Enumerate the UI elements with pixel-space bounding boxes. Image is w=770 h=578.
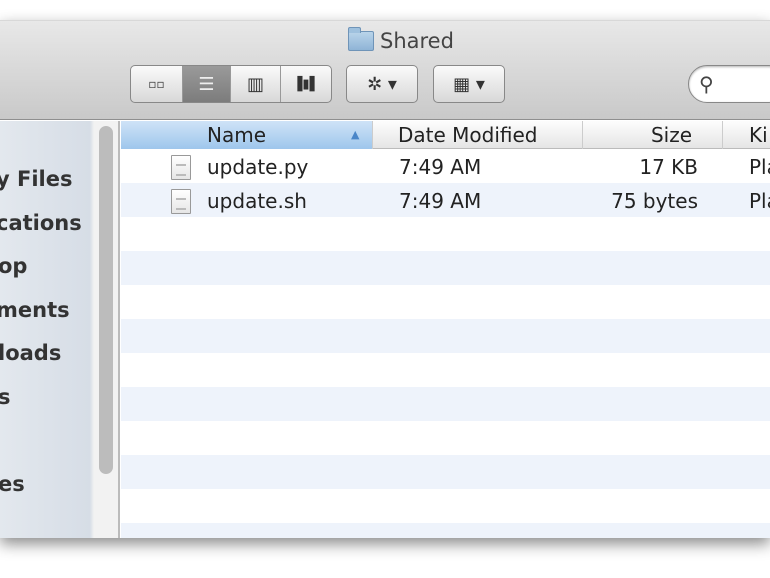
column-header-kind[interactable]: Ki: [723, 121, 770, 149]
sort-ascending-icon: ▲: [351, 128, 360, 141]
column-name-label: Name: [207, 123, 267, 147]
file-kind: Pla: [749, 155, 770, 179]
arrange-icon: ▦ ▾: [453, 73, 485, 95]
file-size: 75 bytes: [611, 189, 698, 213]
column-size-label: Size: [650, 123, 692, 147]
window-title-text: Shared: [380, 29, 454, 53]
action-menu-button[interactable]: ✲ ▾: [346, 65, 418, 103]
icon-view-icon: ▫▫: [148, 77, 165, 91]
sidebar-item[interactable]: s: [0, 385, 11, 409]
window-title: Shared: [348, 27, 454, 53]
file-row[interactable]: update.sh 7:49 AM 75 bytes Pla: [121, 184, 770, 218]
sidebar: y Files cations op ments loads s es: [0, 121, 120, 538]
file-name: update.sh: [207, 189, 307, 213]
file-date: 7:49 AM: [399, 155, 482, 179]
sidebar-item[interactable]: y Files: [0, 167, 72, 191]
sidebar-item[interactable]: op: [0, 254, 27, 278]
coverflow-view-button[interactable]: ▐▮▌: [281, 66, 331, 102]
sidebar-item[interactable]: cations: [0, 211, 82, 235]
finder-window: Shared ▫▫ ☰ ▥ ▐▮▌ ✲ ▾ ▦ ▾ ⚲ y Files cati…: [0, 20, 770, 538]
column-date-label: Date Modified: [398, 123, 538, 147]
sidebar-scrollbar[interactable]: [99, 126, 113, 474]
sidebar-item[interactable]: es: [0, 472, 25, 496]
sidebar-item[interactable]: loads: [0, 341, 61, 365]
document-icon: [171, 189, 191, 214]
document-icon: [171, 155, 191, 180]
file-size: 17 KB: [639, 155, 698, 179]
list-view-icon: ☰: [198, 73, 215, 95]
column-header-size[interactable]: Size: [583, 121, 723, 149]
column-header-date[interactable]: Date Modified: [373, 121, 583, 149]
search-icon: ⚲: [699, 72, 714, 96]
column-view-icon: ▥: [246, 73, 264, 95]
coverflow-view-icon: ▐▮▌: [292, 76, 320, 92]
file-name: update.py: [207, 155, 309, 179]
icon-view-button[interactable]: ▫▫: [131, 66, 183, 102]
column-header: Name ▲ Date Modified Size Ki: [121, 121, 770, 149]
toolbar: Shared ▫▫ ☰ ▥ ▐▮▌ ✲ ▾ ▦ ▾ ⚲: [0, 20, 770, 120]
column-kind-label: Ki: [749, 123, 768, 147]
file-list: update.py 7:49 AM 17 KB Pla update.sh 7:…: [121, 149, 770, 538]
view-mode-selector: ▫▫ ☰ ▥ ▐▮▌: [130, 65, 332, 103]
file-kind: Pla: [749, 189, 770, 213]
arrange-menu-button[interactable]: ▦ ▾: [433, 65, 505, 103]
list-view-button[interactable]: ☰: [183, 66, 231, 102]
column-view-button[interactable]: ▥: [231, 66, 281, 102]
folder-icon: [348, 27, 374, 51]
file-row[interactable]: update.py 7:49 AM 17 KB Pla: [121, 150, 770, 184]
sidebar-item[interactable]: ments: [0, 298, 70, 322]
column-header-name[interactable]: Name ▲: [121, 121, 373, 149]
search-field[interactable]: ⚲: [688, 65, 770, 103]
gear-icon: ✲ ▾: [367, 73, 397, 95]
file-date: 7:49 AM: [399, 189, 482, 213]
